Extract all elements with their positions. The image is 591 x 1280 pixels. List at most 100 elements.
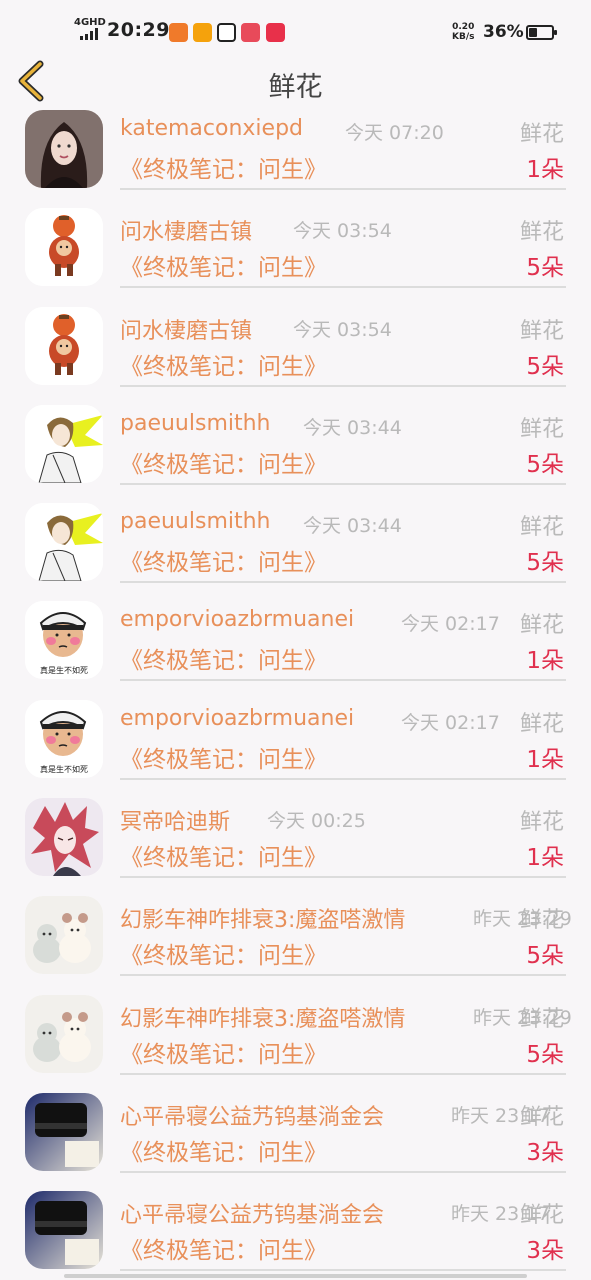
- flower-count: 3朵: [526, 1139, 564, 1166]
- gift-type: 鲜花: [519, 613, 564, 639]
- flower-record-row[interactable]: 幻影车神咋排衰3:魔盗嗒激情 昨天 23:29 鲜花 《终极笔记：问生》 5朵: [0, 894, 591, 992]
- svg-text:真是生不如死: 真是生不如死: [40, 764, 88, 774]
- flower-record-row[interactable]: 真是生不如死 emporvioazbrmuanei 今天 02:17 鲜花 《终…: [0, 698, 591, 796]
- flower-record-row[interactable]: 心平帚寝公益艿钨基淌金会 昨天 23:17 鲜花 《终极笔记：问生》 3朵: [0, 1091, 591, 1189]
- user-avatar[interactable]: [25, 1092, 103, 1171]
- gift-time: 今天 02:17: [401, 711, 500, 734]
- book-title[interactable]: 《终极笔记：问生》: [120, 641, 327, 675]
- row-divider: [120, 286, 566, 289]
- flower-count: 1朵: [526, 157, 564, 183]
- flower-record-row[interactable]: 冥帝哈迪斯 今天 00:25 鲜花 《终极笔记：问生》 1朵: [0, 796, 591, 894]
- book-title[interactable]: 《终极笔记：问生》: [120, 1133, 327, 1167]
- svg-text:真是生不如死: 真是生不如死: [40, 665, 88, 675]
- user-name[interactable]: katemaconxiepd: [120, 116, 303, 141]
- row-divider: [120, 679, 566, 682]
- row-divider: [120, 384, 566, 387]
- book-title[interactable]: 《终极笔记：问生》: [120, 347, 327, 381]
- row-divider: [120, 974, 566, 977]
- gift-type: 鲜花: [519, 711, 564, 737]
- flower-count: 1朵: [526, 845, 564, 872]
- battery-percent: 36%: [483, 22, 524, 42]
- user-avatar[interactable]: [25, 994, 103, 1073]
- book-title[interactable]: 《终极笔记：问生》: [120, 445, 327, 479]
- user-name[interactable]: paeuulsmithh: [120, 411, 271, 436]
- flower-record-row[interactable]: 幻影车神咋排衰3:魔盗嗒激情 昨天 23:29 鲜花 《终极笔记：问生》 5朵: [0, 993, 591, 1091]
- book-title[interactable]: 《终极笔记：问生》: [120, 1035, 327, 1069]
- user-name[interactable]: 心平帚寝公益艿钨基淌金会: [120, 1099, 384, 1131]
- gift-type: 鲜花: [519, 416, 564, 442]
- book-title[interactable]: 《终极笔记：问生》: [120, 1231, 327, 1265]
- book-title[interactable]: 《终极笔记：问生》: [120, 740, 327, 774]
- flower-count: 1朵: [526, 648, 564, 675]
- user-name[interactable]: 问水棲磨古镇: [120, 214, 252, 246]
- book-title[interactable]: 《终极笔记：问生》: [120, 248, 327, 282]
- app-notification-icon: [217, 23, 236, 42]
- flower-record-row[interactable]: katemaconxiepd 今天 07:20 鲜花 《终极笔记：问生》 1朵: [0, 108, 591, 206]
- user-avatar[interactable]: [25, 306, 103, 385]
- row-divider: [120, 188, 566, 190]
- user-name[interactable]: paeuulsmithh: [120, 509, 271, 534]
- page-title: 鲜花: [268, 72, 323, 103]
- gift-type: 鲜花: [519, 1203, 564, 1229]
- row-divider: [120, 482, 566, 485]
- gift-type: 鲜花: [519, 810, 564, 836]
- battery-fill: [529, 28, 537, 37]
- user-name[interactable]: 问水棲磨古镇: [120, 313, 252, 345]
- row-divider: [120, 1269, 566, 1272]
- user-avatar[interactable]: 真是生不如死: [25, 699, 103, 778]
- book-title[interactable]: 《终极笔记：问生》: [120, 150, 327, 184]
- flower-count: 5朵: [526, 255, 564, 282]
- flower-record-row[interactable]: paeuulsmithh 今天 03:44 鲜花 《终极笔记：问生》 5朵: [0, 403, 591, 501]
- gift-type: 鲜花: [519, 1006, 564, 1032]
- user-name[interactable]: 幻影车神咋排衰3:魔盗嗒激情: [120, 1001, 405, 1033]
- user-name[interactable]: emporvioazbrmuanei: [120, 706, 354, 731]
- header-bar: 鲜花: [0, 56, 591, 108]
- app-notification-icon: [169, 23, 188, 42]
- row-divider: [120, 876, 566, 879]
- flower-record-row[interactable]: 问水棲磨古镇 今天 03:54 鲜花 《终极笔记：问生》 5朵: [0, 305, 591, 403]
- user-name[interactable]: 冥帝哈迪斯: [120, 804, 230, 836]
- gift-time: 今天 02:17: [401, 613, 500, 636]
- gift-type: 鲜花: [519, 122, 564, 147]
- speed-value: 0.20: [452, 22, 475, 32]
- clock: 20:29: [107, 19, 170, 41]
- flower-record-row[interactable]: 问水棲磨古镇 今天 03:54 鲜花 《终极笔记：问生》 5朵: [0, 206, 591, 304]
- gift-type: 鲜花: [519, 318, 564, 344]
- flower-count: 5朵: [526, 1041, 564, 1068]
- book-title[interactable]: 《终极笔记：问生》: [120, 936, 327, 970]
- book-title[interactable]: 《终极笔记：问生》: [120, 543, 327, 577]
- signal-icon: [80, 28, 102, 40]
- user-name[interactable]: 心平帚寝公益艿钨基淌金会: [120, 1197, 384, 1229]
- flower-count: 5朵: [526, 353, 564, 380]
- book-title[interactable]: 《终极笔记：问生》: [120, 838, 327, 872]
- user-avatar[interactable]: 真是生不如死: [25, 601, 103, 680]
- user-avatar[interactable]: [25, 110, 103, 188]
- gift-type: 鲜花: [519, 515, 564, 541]
- gift-type: 鲜花: [519, 1104, 564, 1130]
- flower-record-row[interactable]: 心平帚寝公益艿钨基淌金会 昨天 23:17 鲜花 《终极笔记：问生》 3朵: [0, 1189, 591, 1280]
- gift-time: 今天 07:20: [345, 122, 444, 144]
- user-name[interactable]: 幻影车神咋排衰3:魔盗嗒激情: [120, 902, 405, 934]
- network-speed: 0.20 KB/s: [452, 22, 474, 42]
- user-avatar[interactable]: [25, 503, 103, 582]
- gift-type: 鲜花: [519, 908, 564, 934]
- row-divider: [120, 1170, 566, 1173]
- speed-unit: KB/s: [452, 32, 475, 42]
- flower-record-row[interactable]: paeuulsmithh 今天 03:44 鲜花 《终极笔记：问生》 5朵: [0, 501, 591, 599]
- gift-type: 鲜花: [519, 220, 564, 246]
- row-divider: [120, 581, 566, 584]
- user-avatar[interactable]: [25, 896, 103, 975]
- gift-time: 今天 00:25: [267, 810, 366, 833]
- flower-record-row[interactable]: 真是生不如死 emporvioazbrmuanei 今天 02:17 鲜花 《终…: [0, 599, 591, 697]
- row-divider: [120, 1072, 566, 1075]
- app-notification-icon: [266, 23, 285, 42]
- user-avatar[interactable]: [25, 798, 103, 877]
- user-avatar[interactable]: [25, 1191, 103, 1270]
- app-notification-icon: [241, 23, 260, 42]
- flower-count: 5朵: [526, 943, 564, 970]
- user-avatar[interactable]: [25, 208, 103, 287]
- user-avatar[interactable]: [25, 404, 103, 483]
- row-divider: [120, 777, 566, 780]
- status-bar: 4GHD 20:29 0.20 KB/s 36%: [0, 0, 591, 56]
- user-name[interactable]: emporvioazbrmuanei: [120, 607, 354, 632]
